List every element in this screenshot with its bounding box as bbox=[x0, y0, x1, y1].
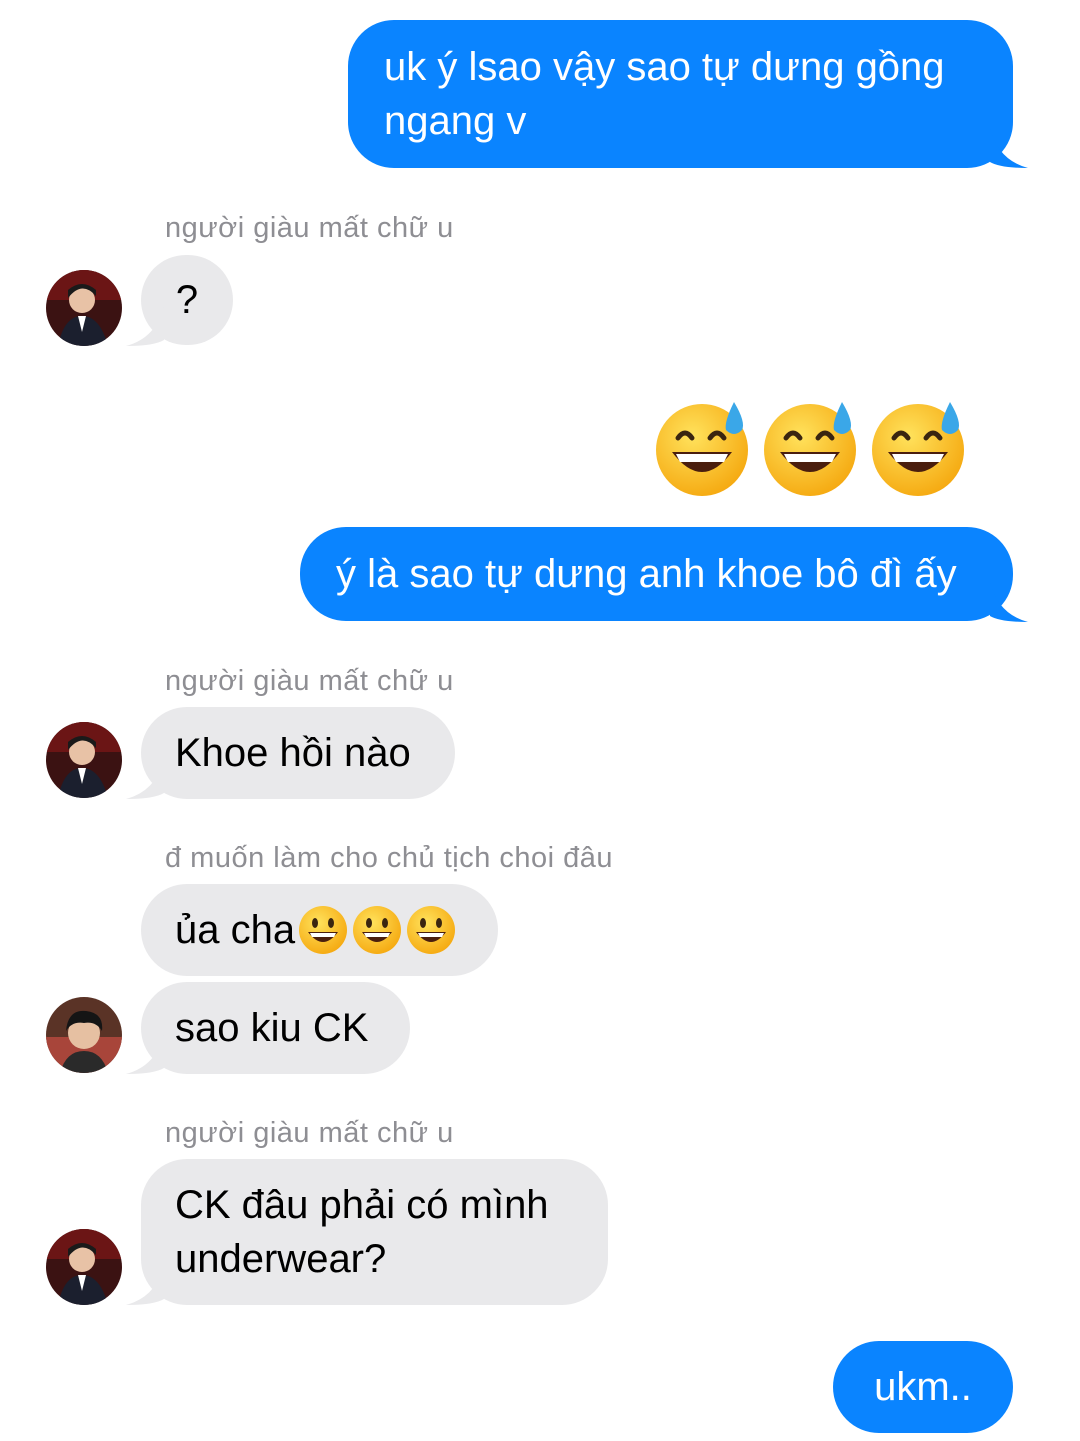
smiling-face-icon bbox=[353, 906, 402, 954]
bubble-tail bbox=[990, 128, 1028, 168]
bubble-tail bbox=[990, 582, 1028, 622]
message-text: ukm.. bbox=[874, 1365, 972, 1409]
avatar[interactable] bbox=[46, 270, 122, 346]
message-text: CK đâu phải có mình underwear? bbox=[175, 1183, 560, 1281]
sent-message-bubble[interactable]: uk ý lsao vậy sao tự dưng gồng ngang v bbox=[348, 20, 1013, 168]
sent-message-bubble[interactable]: ukm.. bbox=[833, 1341, 1013, 1433]
bubble-tail bbox=[126, 306, 164, 346]
message-text: uk ý lsao vậy sao tự dưng gồng ngang v bbox=[384, 45, 956, 143]
avatar[interactable] bbox=[46, 722, 122, 798]
sender-name: đ muốn làm cho chủ tịch choi đâu bbox=[165, 842, 614, 874]
received-message-bubble[interactable]: sao kiu CK bbox=[141, 982, 410, 1074]
sender-name: người giàu mất chữ u bbox=[165, 1117, 454, 1149]
sender-name: người giàu mất chữ u bbox=[165, 212, 454, 244]
received-message-bubble[interactable]: CK đâu phải có mình underwear? bbox=[141, 1159, 608, 1305]
smiling-face-icon bbox=[407, 906, 456, 954]
message-text: ? bbox=[175, 278, 199, 322]
sent-message-bubble[interactable]: ý là sao tự dưng anh khoe bô đì ấy bbox=[300, 527, 1013, 621]
smiling-face-icon bbox=[299, 906, 348, 954]
grinning-face-with-sweat-icon bbox=[656, 402, 748, 496]
message-text: ủa cha bbox=[175, 908, 296, 952]
received-message-bubble[interactable]: ủa cha bbox=[141, 884, 498, 976]
grinning-face-with-sweat-icon bbox=[764, 402, 856, 496]
avatar[interactable] bbox=[46, 1229, 122, 1305]
bubble-tail bbox=[126, 1265, 164, 1305]
message-text: sao kiu CK bbox=[175, 1006, 369, 1050]
message-text: Khoe hồi nào bbox=[175, 731, 411, 775]
bubble-tail bbox=[126, 1034, 164, 1074]
message-text: ý là sao tự dưng anh khoe bô đì ấy bbox=[336, 552, 957, 596]
received-message-bubble[interactable]: Khoe hồi nào bbox=[141, 707, 455, 799]
grinning-face-with-sweat-icon bbox=[872, 402, 964, 496]
bubble-tail bbox=[126, 759, 164, 799]
sender-name: người giàu mất chữ u bbox=[165, 665, 454, 697]
avatar[interactable] bbox=[46, 997, 122, 1073]
